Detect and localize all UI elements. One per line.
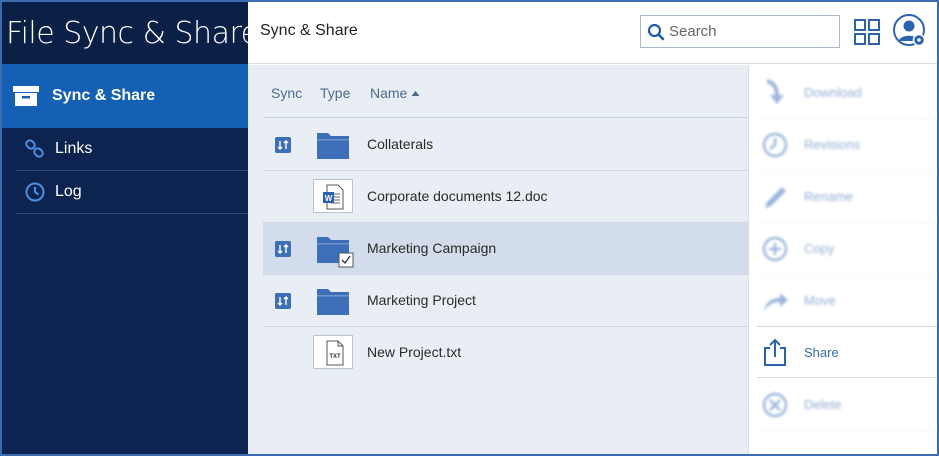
sidebar-item-log[interactable]: Log xyxy=(16,171,248,214)
revisions-action[interactable]: Revisions xyxy=(757,119,937,171)
file-row-selected[interactable]: Marketing Campaign xyxy=(263,223,748,275)
revisions-icon xyxy=(762,132,788,157)
folder-icon xyxy=(317,289,349,315)
folder-checked-icon xyxy=(317,237,354,268)
action-label: Delete xyxy=(804,397,842,412)
delete-action[interactable]: Delete xyxy=(757,379,937,431)
file-row[interactable]: W Corporate documents 12.doc xyxy=(263,171,748,223)
sidebar-item-links[interactable]: Links xyxy=(16,128,248,171)
share-icon xyxy=(764,338,786,366)
sidebar-item-label: Links xyxy=(55,140,93,157)
top-header: Sync & Share xyxy=(248,2,937,64)
grid-view-icon[interactable] xyxy=(854,19,880,45)
action-label: Copy xyxy=(804,241,835,256)
file-name: New Project.txt xyxy=(367,344,462,360)
sync-icon[interactable] xyxy=(275,241,291,257)
text-file-icon: TXT xyxy=(313,335,353,369)
sidebar: File Sync & Share Sync & Share Links Log xyxy=(2,2,259,454)
search-icon xyxy=(647,23,665,40)
action-label: Move xyxy=(804,293,836,308)
pencil-icon xyxy=(765,186,786,208)
action-label: Rename xyxy=(804,189,854,204)
share-action[interactable]: Share xyxy=(757,326,937,378)
sidebar-item-label: Sync & Share xyxy=(52,87,156,104)
file-name: Corporate documents 12.doc xyxy=(367,188,548,204)
download-icon xyxy=(766,78,784,104)
move-arrow-icon xyxy=(764,292,788,311)
link-icon xyxy=(25,139,44,158)
column-type[interactable]: Type xyxy=(320,85,350,101)
action-label: Revisions xyxy=(804,137,861,152)
file-row[interactable]: Marketing Project xyxy=(263,275,748,327)
rename-action[interactable]: Rename xyxy=(757,171,937,223)
action-label: Share xyxy=(804,344,839,360)
delete-icon xyxy=(762,392,788,417)
file-row[interactable]: TXT New Project.txt xyxy=(263,327,748,379)
folder-icon xyxy=(317,133,349,159)
brand-header: File Sync & Share xyxy=(2,2,259,64)
search-box[interactable] xyxy=(640,15,840,48)
download-action[interactable]: Download xyxy=(757,67,937,119)
action-panel: Download Revisions Rename Copy Move Shar… xyxy=(748,65,937,454)
sort-ascending-icon xyxy=(411,91,420,96)
brand-title: File Sync & Share xyxy=(6,15,259,51)
action-label: Download xyxy=(804,85,862,100)
page-title: Sync & Share xyxy=(260,22,358,39)
file-row[interactable]: Collaterals xyxy=(263,119,748,171)
file-list-header: Sync Type Name xyxy=(263,65,748,118)
word-document-icon: W xyxy=(313,179,353,213)
sidebar-item-label: Log xyxy=(55,183,82,200)
file-list: Sync Type Name Collaterals W Corporate d… xyxy=(248,65,748,454)
clock-icon xyxy=(25,182,45,202)
copy-plus-icon xyxy=(762,236,788,261)
move-action[interactable]: Move xyxy=(757,275,937,327)
search-input[interactable] xyxy=(669,23,829,40)
column-name[interactable]: Name xyxy=(370,85,420,101)
file-name: Marketing Campaign xyxy=(367,240,497,256)
sync-icon[interactable] xyxy=(275,293,291,309)
sync-icon[interactable] xyxy=(275,137,291,153)
copy-action[interactable]: Copy xyxy=(757,223,937,275)
user-avatar-icon[interactable] xyxy=(893,14,927,48)
txt-badge-label: TXT xyxy=(329,354,341,360)
sidebar-item-sync-share[interactable]: Sync & Share xyxy=(2,64,248,128)
file-name: Collaterals xyxy=(367,136,434,152)
column-sync[interactable]: Sync xyxy=(271,85,302,101)
app-window: File Sync & Share Sync & Share Links Log xyxy=(0,0,939,456)
file-name: Marketing Project xyxy=(367,292,476,308)
archive-box-icon xyxy=(13,86,39,106)
word-badge-letter: W xyxy=(325,194,333,203)
